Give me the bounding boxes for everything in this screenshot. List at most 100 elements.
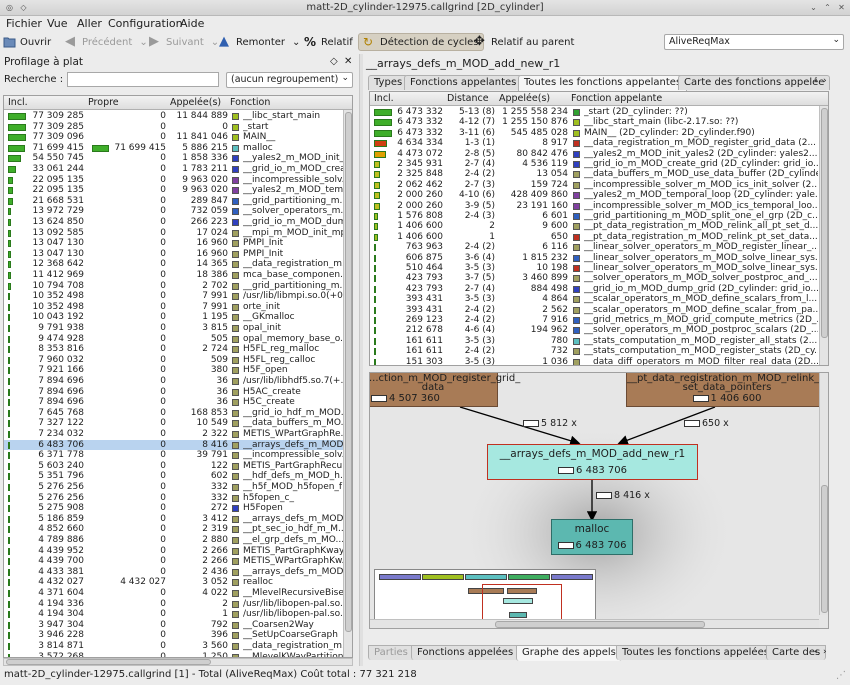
header-function[interactable]: Fonction	[230, 97, 270, 108]
table-row[interactable]: 2 000 260 3-9 (5) 23 191 160 __incompressib…	[370, 201, 828, 212]
table-row[interactable]: 3 947 304 0 792 __Coarsen2Way	[4, 620, 352, 631]
table-row[interactable]: 5 275 908 0 272 H5Fopen	[4, 503, 352, 514]
table-row[interactable]: 6 371 778 0 39 791 __incompressible_solv...	[4, 450, 352, 461]
caller-node-register-grid-data[interactable]: ...ction_m_MOD_register_grid_ data 4 507…	[370, 373, 520, 407]
maximize-icon[interactable]: ⌃	[822, 2, 833, 13]
search-input[interactable]	[67, 72, 219, 87]
current-node-add-new-r1[interactable]: __arrays_defs_m_MOD_add_new_r1 6 483 706	[487, 444, 698, 480]
tab-caller-map[interactable]: Carte des fonctions appelée	[678, 75, 831, 90]
table-row[interactable]: 606 875 3-6 (4) 1 815 232 __linear_solver_o…	[370, 253, 828, 264]
table-row[interactable]: 7 894 696 0 36 H5AC_create	[4, 387, 352, 398]
table-row[interactable]: 9 791 938 0 3 815 opal_init	[4, 323, 352, 334]
chevron-down-icon[interactable]: ⌄	[211, 37, 219, 48]
table-row[interactable]: 5 186 859 0 3 412 __arrays_defs_m_MOD...	[4, 514, 352, 525]
table-row[interactable]: 21 668 531 0 289 847 __grid_partitioning_m.…	[4, 196, 352, 207]
table-row[interactable]: 212 678 4-6 (4) 194 962 __solver_operators_…	[370, 325, 828, 336]
scrollbar-thumb[interactable]	[821, 108, 828, 338]
table-row[interactable]: 6 483 706 0 8 416 __arrays_defs_m_MOD...	[4, 439, 352, 451]
chevron-down-icon[interactable]: ⌄	[292, 37, 300, 48]
table-row[interactable]: 13 624 850 0 266 223 __grid_io_m_MOD_dum...	[4, 217, 352, 228]
menu-help[interactable]: Aide	[180, 17, 204, 30]
vertical-scrollbar[interactable]	[819, 373, 828, 615]
table-row[interactable]: 22 095 135 0 9 963 020 __incompressible_sol…	[4, 175, 352, 186]
table-row[interactable]: 161 611 3-5 (3) 780 __stats_computation_m_M…	[370, 336, 828, 347]
tab-parts[interactable]: Parties	[368, 645, 414, 660]
table-row[interactable]: 161 611 2-4 (2) 732 __stats_computation_m_M…	[370, 346, 828, 357]
table-row[interactable]: 13 972 729 0 732 059 __solver_operators_m..…	[4, 206, 352, 217]
table-row[interactable]: 7 960 032 0 509 H5FL_reg_calloc	[4, 355, 352, 366]
scrollbar-thumb[interactable]	[821, 485, 828, 613]
splitter[interactable]	[359, 54, 363, 666]
table-row[interactable]: 9 474 928 0 505 opal_memory_base_o...	[4, 334, 352, 345]
table-row[interactable]: 4 371 604 0 4 022 __MlevelRecursiveBise...	[4, 588, 352, 599]
table-row[interactable]: 33 061 244 0 1 783 211 __grid_io_m_MOD_crea…	[4, 164, 352, 175]
table-row[interactable]: 11 412 969 0 18 386 mca_base_componen...	[4, 270, 352, 281]
tab-callers[interactable]: Fonctions appelantes	[404, 75, 523, 90]
open-button[interactable]: Ouvrir	[3, 35, 51, 49]
back-button[interactable]: ◀ Précédent ⌄	[65, 35, 148, 49]
table-row[interactable]: 7 234 032 0 2 322 METIS_WPartGraphRe...	[4, 429, 352, 440]
resize-grip-icon[interactable]: ⋰	[836, 670, 846, 681]
table-row[interactable]: 10 352 498 0 7 991 orte_init	[4, 302, 352, 313]
chevron-left-icon[interactable]: ‹	[814, 76, 818, 86]
menu-go[interactable]: Aller	[77, 17, 102, 30]
header-called[interactable]: Appelée(s)	[170, 97, 221, 108]
table-row[interactable]: 4 432 027 4 432 027 3 052 realloc	[4, 577, 352, 588]
menu-view[interactable]: Vue	[47, 17, 68, 30]
table-row[interactable]: 1 406 600 2 9 600 __pt_data_registration_m_…	[370, 221, 828, 232]
table-row[interactable]: 2 345 931 2-7 (4) 4 536 119 __grid_io_m_MOD…	[370, 159, 828, 170]
close-icon[interactable]: ✕	[344, 56, 352, 67]
table-row[interactable]: 5 276 256 0 332 h5fopen_c_	[4, 493, 352, 504]
table-row[interactable]: 423 793 2-7 (4) 884 498 __grid_io_m_MOD_dum…	[370, 284, 828, 295]
chevron-right-icon[interactable]: ›	[823, 647, 827, 657]
forward-button[interactable]: ▶ Suivant ⌄	[149, 35, 219, 49]
tab-all-callers[interactable]: Toutes les fonctions appelantes	[518, 75, 688, 91]
table-row[interactable]: 54 550 745 0 1 858 336 __yales2_m_MOD_init_…	[4, 153, 352, 164]
table-row[interactable]: 2 000 260 4-10 (6) 428 409 860 __yales2_m_M…	[370, 190, 828, 201]
table-row[interactable]: 10 043 192 0 1 195 __GKmalloc	[4, 312, 352, 323]
table-row[interactable]: 4 634 334 1-3 (1) 8 917 __data_registration…	[370, 138, 828, 149]
callee-node-malloc[interactable]: malloc 6 483 706	[551, 519, 633, 555]
chevron-left-icon[interactable]: ‹	[814, 647, 818, 657]
table-row[interactable]: 7 327 122 0 10 549 __data_buffers_m_MO...	[4, 418, 352, 429]
table-row[interactable]: 3 814 871 0 3 560 __data_registration_m...	[4, 641, 352, 652]
table-row[interactable]: 4 789 886 0 2 880 __el_grp_defs_m_MO...	[4, 535, 352, 546]
horizontal-scrollbar[interactable]	[370, 619, 819, 628]
tab-all-callees[interactable]: Toutes les fonctions appelées	[616, 645, 775, 660]
table-row[interactable]: 269 123 2-4 (2) 7 916 __grid_metrics_m_MOD_…	[370, 315, 828, 326]
table-row[interactable]: 10 352 498 0 7 991/usr/lib/libmpi.so.0(+0.…	[4, 291, 352, 302]
scrollbar-thumb[interactable]	[345, 112, 352, 632]
table-row[interactable]: 7 645 768 0 168 853 __grid_io_hdf_m_MOD...	[4, 408, 352, 419]
tab-callees[interactable]: Fonctions appelées	[411, 645, 520, 660]
table-row[interactable]: 7 921 166 0 380 H5F_open	[4, 365, 352, 376]
table-row[interactable]: 151 303 3-5 (3) 1 036 __data_diff_operators…	[370, 357, 828, 365]
table-row[interactable]: 2 325 848 2-4 (2) 13 054 __data_buffers_m_M…	[370, 169, 828, 180]
table-row[interactable]: 4 439 700 0 2 266 METIS_WPartGraphKw...	[4, 556, 352, 567]
header-called[interactable]: Appelée(s)	[499, 93, 550, 104]
header-caller[interactable]: Fonction appelante	[571, 93, 662, 104]
caller-node-relink-pt-set-data[interactable]: __pt_data_registration_m_MOD_relink_pt_ …	[626, 373, 828, 407]
minimize-icon[interactable]: ⌄	[808, 2, 819, 13]
table-row[interactable]: 510 464 3-5 (3) 10 198 __linear_solver_oper…	[370, 263, 828, 274]
table-row[interactable]: 13 047 130 0 16 960 PMPI_Init	[4, 249, 352, 260]
header-distance[interactable]: Distance	[447, 93, 489, 104]
table-row[interactable]: 7 894 696 0 36 H5C_create	[4, 397, 352, 408]
relative-button[interactable]: % Relatif	[304, 35, 353, 49]
table-row[interactable]: 5 351 796 0 602 __hdf_defs_m_MOD_h...	[4, 471, 352, 482]
table-row[interactable]: 4 433 381 0 2 436 __arrays_defs_m_MOD...	[4, 567, 352, 578]
table-row[interactable]: 6 473 332 4-12 (7) 1 255 150 876 __libc_sta…	[370, 117, 828, 128]
call-graph[interactable]: ...ction_m_MOD_register_grid_ data 4 507…	[369, 372, 829, 629]
table-row[interactable]: 3 946 228 0 396 __SetUpCoarseGraph	[4, 630, 352, 641]
table-row[interactable]: 6 473 332 3-11 (6) 545 485 028 MAIN__ (2D_c…	[370, 128, 828, 139]
grouping-select[interactable]: (aucun regroupement) ⌄	[226, 72, 353, 88]
table-row[interactable]: 77 309 285 0 11 844 889 __libc_start_main	[4, 111, 352, 122]
scrollbar-thumb[interactable]	[495, 621, 705, 628]
table-row[interactable]: 77 309 285 0 0 _start	[4, 122, 352, 133]
event-type-select[interactable]: AliveReqMax ⌄	[664, 34, 844, 50]
table-row[interactable]: 1 406 600 1 650 __pt_data_registration_m_MO…	[370, 232, 828, 243]
table-row[interactable]: 8 353 816 0 2 724 H5FL_reg_malloc	[4, 344, 352, 355]
table-row[interactable]: 2 062 462 2-7 (3) 159 724 __incompressible_…	[370, 180, 828, 191]
table-row[interactable]: 4 852 660 0 2 319 __pt_sec_io_hdf_m_M...	[4, 524, 352, 535]
table-row[interactable]: 5 276 256 0 332 __h5f_MOD_h5fopen_f	[4, 482, 352, 493]
menu-settings[interactable]: Configuration	[108, 17, 183, 30]
